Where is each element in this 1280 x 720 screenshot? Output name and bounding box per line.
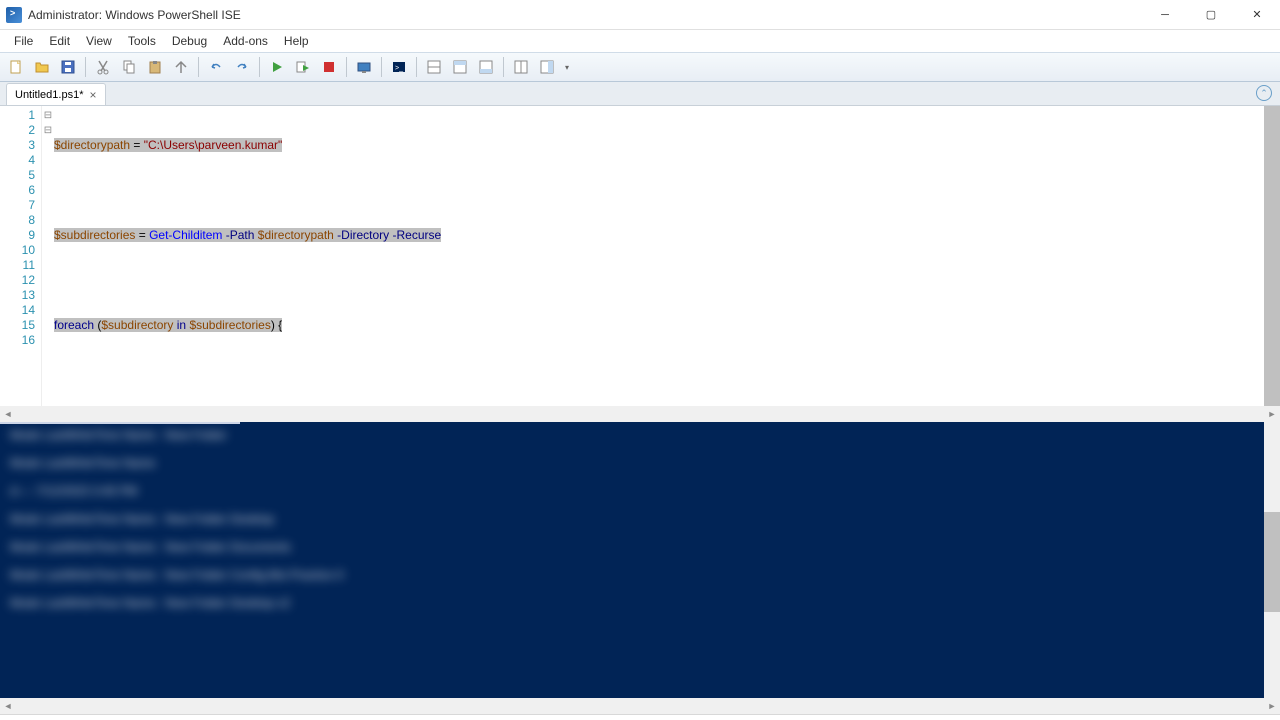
tab-untitled1[interactable]: Untitled1.ps1* × — [6, 83, 106, 105]
menu-edit[interactable]: Edit — [41, 32, 78, 50]
run-icon[interactable] — [265, 55, 289, 79]
open-icon[interactable] — [30, 55, 54, 79]
tab-label: Untitled1.ps1* — [15, 89, 84, 101]
titlebar: Administrator: Windows PowerShell ISE ─ … — [0, 0, 1280, 30]
console-pane[interactable]: Mode LastWriteTime Name : New Folder Mod… — [0, 422, 1280, 698]
run-selection-icon[interactable] — [291, 55, 315, 79]
console-vscrollbar[interactable] — [1264, 422, 1280, 698]
save-icon[interactable] — [56, 55, 80, 79]
maximize-button[interactable]: ▢ — [1188, 0, 1234, 29]
collapse-script-icon[interactable]: ⌃ — [1256, 85, 1272, 101]
command-addon-icon[interactable] — [509, 55, 533, 79]
console-hscrollbar[interactable]: ◄► — [0, 698, 1280, 714]
toolbar: >_ ▾ — [0, 52, 1280, 82]
toolbar-dropdown-icon[interactable]: ▾ — [561, 55, 573, 79]
menu-addons[interactable]: Add-ons — [215, 32, 276, 50]
window-title: Administrator: Windows PowerShell ISE — [28, 8, 1142, 22]
menu-view[interactable]: View — [78, 32, 120, 50]
menubar: File Edit View Tools Debug Add-ons Help — [0, 30, 1280, 52]
layout-both-icon[interactable] — [422, 55, 446, 79]
layout-console-icon[interactable] — [474, 55, 498, 79]
undo-icon[interactable] — [204, 55, 228, 79]
line-gutter: 1234 5678 9101112 13141516 — [0, 106, 42, 406]
tab-close-icon[interactable]: × — [90, 88, 97, 102]
remote-icon[interactable] — [352, 55, 376, 79]
new-icon[interactable] — [4, 55, 28, 79]
powershell-icon[interactable]: >_ — [387, 55, 411, 79]
paste-icon[interactable] — [143, 55, 167, 79]
clear-icon[interactable] — [169, 55, 193, 79]
cut-icon[interactable] — [91, 55, 115, 79]
redo-icon[interactable] — [230, 55, 254, 79]
close-button[interactable]: ✕ — [1234, 0, 1280, 29]
menu-debug[interactable]: Debug — [164, 32, 215, 50]
svg-text:>_: >_ — [395, 65, 403, 72]
tabstrip: Untitled1.ps1* × ⌃ — [0, 82, 1280, 106]
menu-help[interactable]: Help — [276, 32, 317, 50]
app-icon — [6, 7, 22, 23]
editor-hscrollbar[interactable]: ◄► — [0, 406, 1280, 422]
statusbar: Running script / selection. Press Ctrl+B… — [0, 714, 1280, 720]
script-editor[interactable]: 1234 5678 9101112 13141516 ⊟ ⊟ $director… — [0, 106, 1280, 406]
stop-icon[interactable] — [317, 55, 341, 79]
editor-vscrollbar[interactable] — [1264, 106, 1280, 406]
copy-icon[interactable] — [117, 55, 141, 79]
minimize-button[interactable]: ─ — [1142, 0, 1188, 29]
command-pane-icon[interactable] — [535, 55, 559, 79]
menu-tools[interactable]: Tools — [120, 32, 164, 50]
layout-script-icon[interactable] — [448, 55, 472, 79]
fold-column[interactable]: ⊟ ⊟ — [42, 106, 54, 406]
code-area[interactable]: $directorypath = "C:\Users\parveen.kumar… — [54, 106, 1280, 406]
menu-file[interactable]: File — [6, 32, 41, 50]
